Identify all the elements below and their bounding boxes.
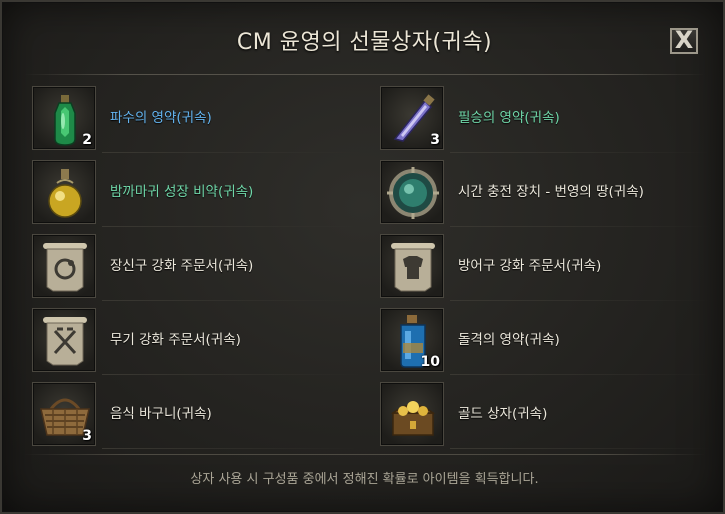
title-divider <box>24 74 705 75</box>
item-name: 음식 바구니(귀속) <box>110 406 212 422</box>
row-divider <box>102 226 362 227</box>
accessory-scroll-icon <box>32 234 96 298</box>
reward-item[interactable]: 10 돌격의 영약(귀속) <box>380 308 710 378</box>
blue-potion-icon: 10 <box>380 308 444 372</box>
row-divider <box>102 448 362 449</box>
gift-box-dialog: CM 윤영의 선물상자(귀속) X 2 파수의 영약(귀속) 3 필승의 영약(… <box>0 0 725 514</box>
armor-scroll-icon <box>380 234 444 298</box>
item-name: 장신구 강화 주문서(귀속) <box>110 258 254 274</box>
reward-item[interactable]: 시간 충전 장치 - 번영의 땅(귀속) <box>380 160 710 230</box>
close-icon: X <box>674 26 694 54</box>
item-name: 골드 상자(귀속) <box>458 406 548 422</box>
basket-icon: 3 <box>32 382 96 446</box>
green-potion-icon: 2 <box>32 86 96 150</box>
yellow-flask-icon <box>32 160 96 224</box>
item-name: 무기 강화 주문서(귀속) <box>110 332 241 348</box>
dialog-title: CM 윤영의 선물상자(귀속) <box>236 30 493 55</box>
reward-item[interactable]: 2 파수의 영약(귀속) <box>32 86 362 156</box>
crystal-vial-icon: 3 <box>380 86 444 150</box>
close-button[interactable]: X <box>670 28 698 54</box>
item-name: 방어구 강화 주문서(귀속) <box>458 258 602 274</box>
row-divider <box>450 300 710 301</box>
item-quantity: 10 <box>420 354 440 370</box>
weapon-scroll-icon <box>32 308 96 372</box>
row-divider <box>450 226 710 227</box>
row-divider <box>450 374 710 375</box>
item-name: 파수의 영약(귀속) <box>110 110 212 126</box>
reward-item[interactable]: 골드 상자(귀속) <box>380 382 710 452</box>
item-name: 밤까마귀 성장 비약(귀속) <box>110 184 254 200</box>
item-quantity: 3 <box>430 132 440 148</box>
row-divider <box>102 374 362 375</box>
item-name: 필승의 영약(귀속) <box>458 110 560 126</box>
box-notice: 상자 사용 시 구성품 중에서 정해진 확률로 아이템을 획득합니다. <box>190 472 539 487</box>
gold-chest-icon <box>380 382 444 446</box>
reward-item[interactable]: 3 필승의 영약(귀속) <box>380 86 710 156</box>
time-device-icon <box>380 160 444 224</box>
item-quantity: 2 <box>82 132 92 148</box>
row-divider <box>102 300 362 301</box>
reward-item[interactable]: 3 음식 바구니(귀속) <box>32 382 362 452</box>
reward-item[interactable]: 장신구 강화 주문서(귀속) <box>32 234 362 304</box>
row-divider <box>102 152 362 153</box>
reward-item[interactable]: 밤까마귀 성장 비약(귀속) <box>32 160 362 230</box>
reward-item[interactable]: 무기 강화 주문서(귀속) <box>32 308 362 378</box>
reward-item[interactable]: 방어구 강화 주문서(귀속) <box>380 234 710 304</box>
item-name: 돌격의 영약(귀속) <box>458 332 560 348</box>
item-quantity: 3 <box>82 428 92 444</box>
footer-divider <box>24 454 705 455</box>
item-name: 시간 충전 장치 - 번영의 땅(귀속) <box>458 184 644 200</box>
row-divider <box>450 152 710 153</box>
row-divider <box>450 448 710 449</box>
